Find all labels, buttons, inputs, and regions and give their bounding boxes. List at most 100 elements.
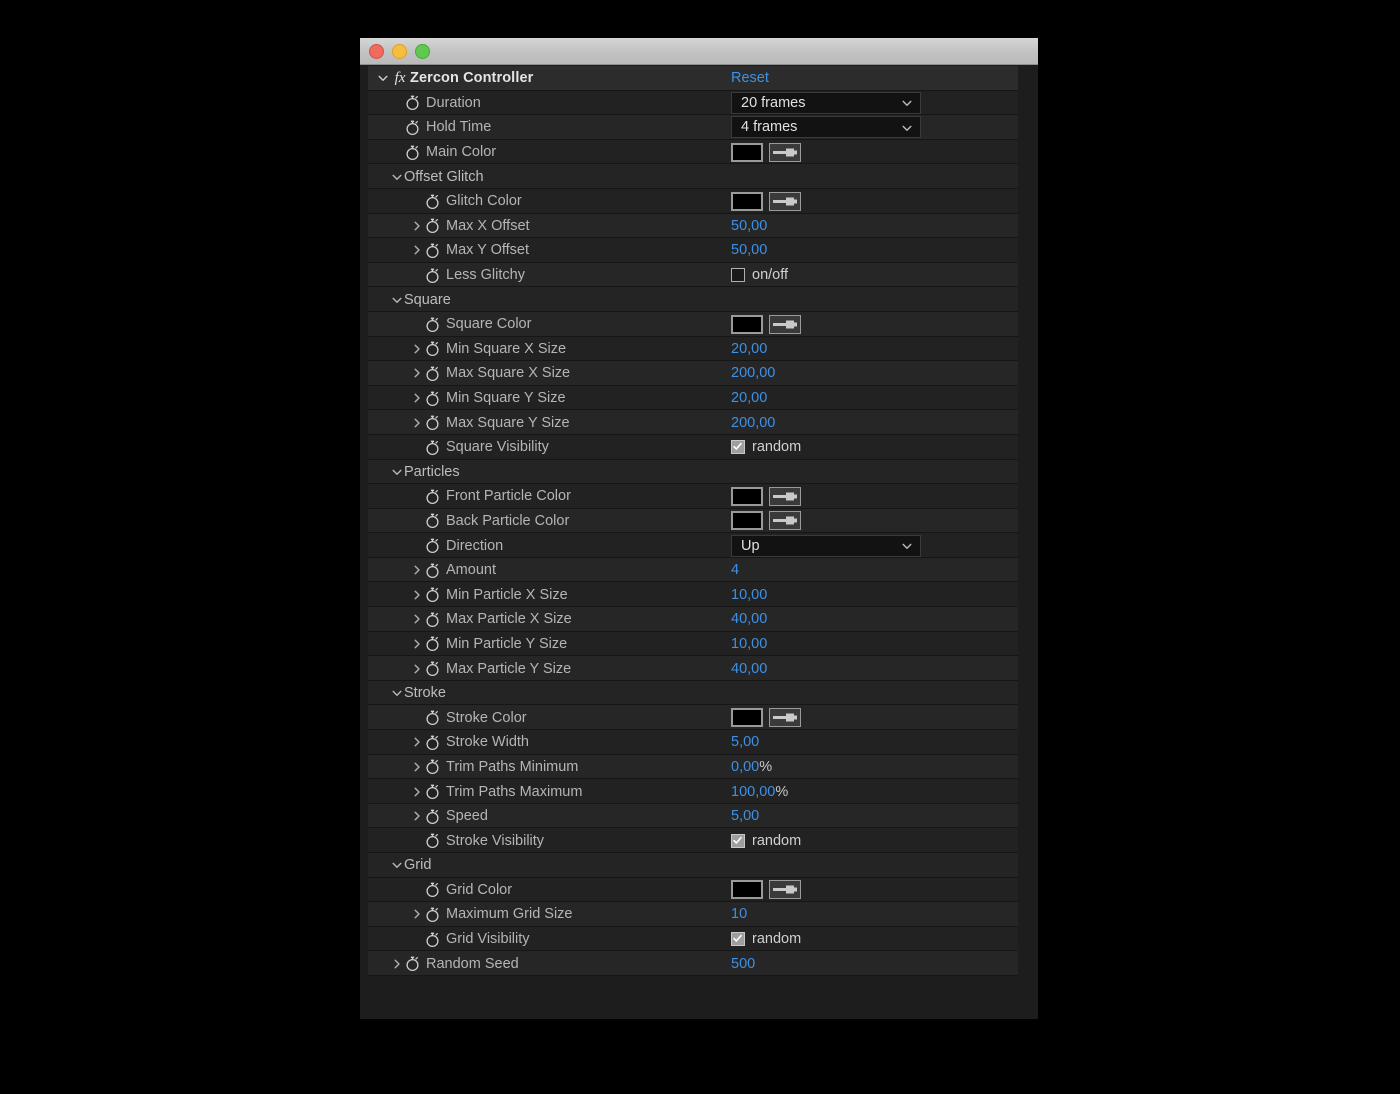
stopwatch-icon[interactable] — [424, 512, 441, 529]
chevron-right-icon[interactable] — [410, 662, 424, 676]
stopwatch-icon[interactable] — [424, 586, 441, 603]
stopwatch-icon[interactable] — [404, 955, 421, 972]
checkbox-stroke-visibility[interactable] — [731, 834, 745, 848]
numeric-value[interactable]: 50,00 — [731, 242, 767, 258]
chevron-right-icon[interactable] — [410, 760, 424, 774]
stopwatch-icon[interactable] — [424, 808, 441, 825]
numeric-value[interactable]: 500 — [731, 956, 755, 972]
chevron-down-icon[interactable] — [390, 858, 404, 872]
eyedropper-icon[interactable] — [769, 315, 801, 334]
stopwatch-icon[interactable] — [424, 635, 441, 652]
stopwatch-icon[interactable] — [424, 193, 441, 210]
chevron-right-icon[interactable] — [410, 342, 424, 356]
stopwatch-icon[interactable] — [424, 660, 441, 677]
stopwatch-icon[interactable] — [424, 242, 441, 259]
minimize-window-button[interactable] — [392, 44, 407, 59]
color-swatch-back-particle-color[interactable] — [731, 511, 763, 530]
close-window-button[interactable] — [369, 44, 384, 59]
numeric-value[interactable]: 200,00 — [731, 365, 775, 381]
numeric-value[interactable]: 40,00 — [731, 611, 767, 627]
stopwatch-icon[interactable] — [424, 611, 441, 628]
chevron-right-icon[interactable] — [410, 219, 424, 233]
stopwatch-icon[interactable] — [424, 709, 441, 726]
stopwatch-icon[interactable] — [404, 119, 421, 136]
numeric-value[interactable]: 10 — [731, 906, 747, 922]
color-swatch-stroke-color[interactable] — [731, 708, 763, 727]
stopwatch-icon[interactable] — [424, 267, 441, 284]
chevron-right-icon[interactable] — [410, 366, 424, 380]
eyedropper-icon[interactable] — [769, 487, 801, 506]
stopwatch-icon[interactable] — [424, 734, 441, 751]
stopwatch-icon[interactable] — [424, 414, 441, 431]
checkbox-grid-visibility[interactable] — [731, 932, 745, 946]
chevron-down-icon[interactable] — [390, 170, 404, 184]
stopwatch-icon[interactable] — [424, 390, 441, 407]
numeric-value[interactable]: 40,00 — [731, 661, 767, 677]
chevron-down-icon[interactable] — [376, 71, 390, 85]
stopwatch-icon[interactable] — [424, 783, 441, 800]
maximize-window-button[interactable] — [415, 44, 430, 59]
stopwatch-icon[interactable] — [424, 217, 441, 234]
chevron-down-icon[interactable] — [390, 686, 404, 700]
chevron-right-icon[interactable] — [410, 391, 424, 405]
property-label-cell: Max Square Y Size — [368, 410, 723, 435]
numeric-value[interactable]: 20,00 — [731, 341, 767, 357]
color-swatch-grid-color[interactable] — [731, 880, 763, 899]
reset-button[interactable]: Reset — [731, 70, 769, 86]
stopwatch-icon[interactable] — [424, 832, 441, 849]
eyedropper-icon[interactable] — [769, 143, 801, 162]
chevron-right-icon[interactable] — [390, 957, 404, 971]
numeric-value[interactable]: 10,00 — [731, 587, 767, 603]
property-label-cell: Grid Visibility — [368, 927, 723, 952]
chevron-right-icon[interactable] — [410, 588, 424, 602]
numeric-value[interactable]: 0,00 — [731, 759, 759, 775]
eyedropper-icon[interactable] — [769, 880, 801, 899]
stopwatch-icon[interactable] — [424, 537, 441, 554]
stopwatch-icon[interactable] — [424, 931, 441, 948]
dropdown-duration[interactable]: 20 frames — [731, 92, 921, 114]
chevron-right-icon[interactable] — [410, 637, 424, 651]
chevron-right-icon[interactable] — [410, 785, 424, 799]
eyedropper-icon[interactable] — [769, 511, 801, 530]
color-swatch-front-particle-color[interactable] — [731, 487, 763, 506]
stopwatch-icon[interactable] — [404, 94, 421, 111]
eyedropper-icon[interactable] — [769, 708, 801, 727]
stopwatch-icon[interactable] — [424, 365, 441, 382]
numeric-value[interactable]: 10,00 — [731, 636, 767, 652]
dropdown-hold-time[interactable]: 4 frames — [731, 116, 921, 138]
eyedropper-icon[interactable] — [769, 192, 801, 211]
numeric-value[interactable]: 5,00 — [731, 808, 759, 824]
numeric-value[interactable]: 4 — [731, 562, 739, 578]
chevron-right-icon[interactable] — [410, 416, 424, 430]
numeric-value[interactable]: 100,00 — [731, 784, 775, 800]
chevron-right-icon[interactable] — [410, 809, 424, 823]
indent-spacer — [368, 889, 410, 890]
chevron-right-icon[interactable] — [410, 243, 424, 257]
checkbox-less-glitchy[interactable] — [731, 268, 745, 282]
chevron-down-icon[interactable] — [390, 293, 404, 307]
stopwatch-icon[interactable] — [424, 906, 441, 923]
stopwatch-icon[interactable] — [424, 562, 441, 579]
stopwatch-icon[interactable] — [404, 144, 421, 161]
stopwatch-icon[interactable] — [424, 758, 441, 775]
stopwatch-icon[interactable] — [424, 439, 441, 456]
stopwatch-icon[interactable] — [424, 340, 441, 357]
numeric-value[interactable]: 20,00 — [731, 390, 767, 406]
numeric-value[interactable]: 200,00 — [731, 415, 775, 431]
numeric-value[interactable]: 5,00 — [731, 734, 759, 750]
stopwatch-icon[interactable] — [424, 316, 441, 333]
color-swatch-glitch-color[interactable] — [731, 192, 763, 211]
color-swatch-main-color[interactable] — [731, 143, 763, 162]
dropdown-direction[interactable]: Up — [731, 535, 921, 557]
color-swatch-square-color[interactable] — [731, 315, 763, 334]
checkbox-square-visibility[interactable] — [731, 440, 745, 454]
stopwatch-icon[interactable] — [424, 881, 441, 898]
chevron-right-icon[interactable] — [410, 735, 424, 749]
chevron-down-icon[interactable] — [390, 465, 404, 479]
stopwatch-icon[interactable] — [424, 488, 441, 505]
indent-spacer — [368, 840, 410, 841]
chevron-right-icon[interactable] — [410, 907, 424, 921]
chevron-right-icon[interactable] — [410, 612, 424, 626]
numeric-value[interactable]: 50,00 — [731, 218, 767, 234]
chevron-right-icon[interactable] — [410, 563, 424, 577]
